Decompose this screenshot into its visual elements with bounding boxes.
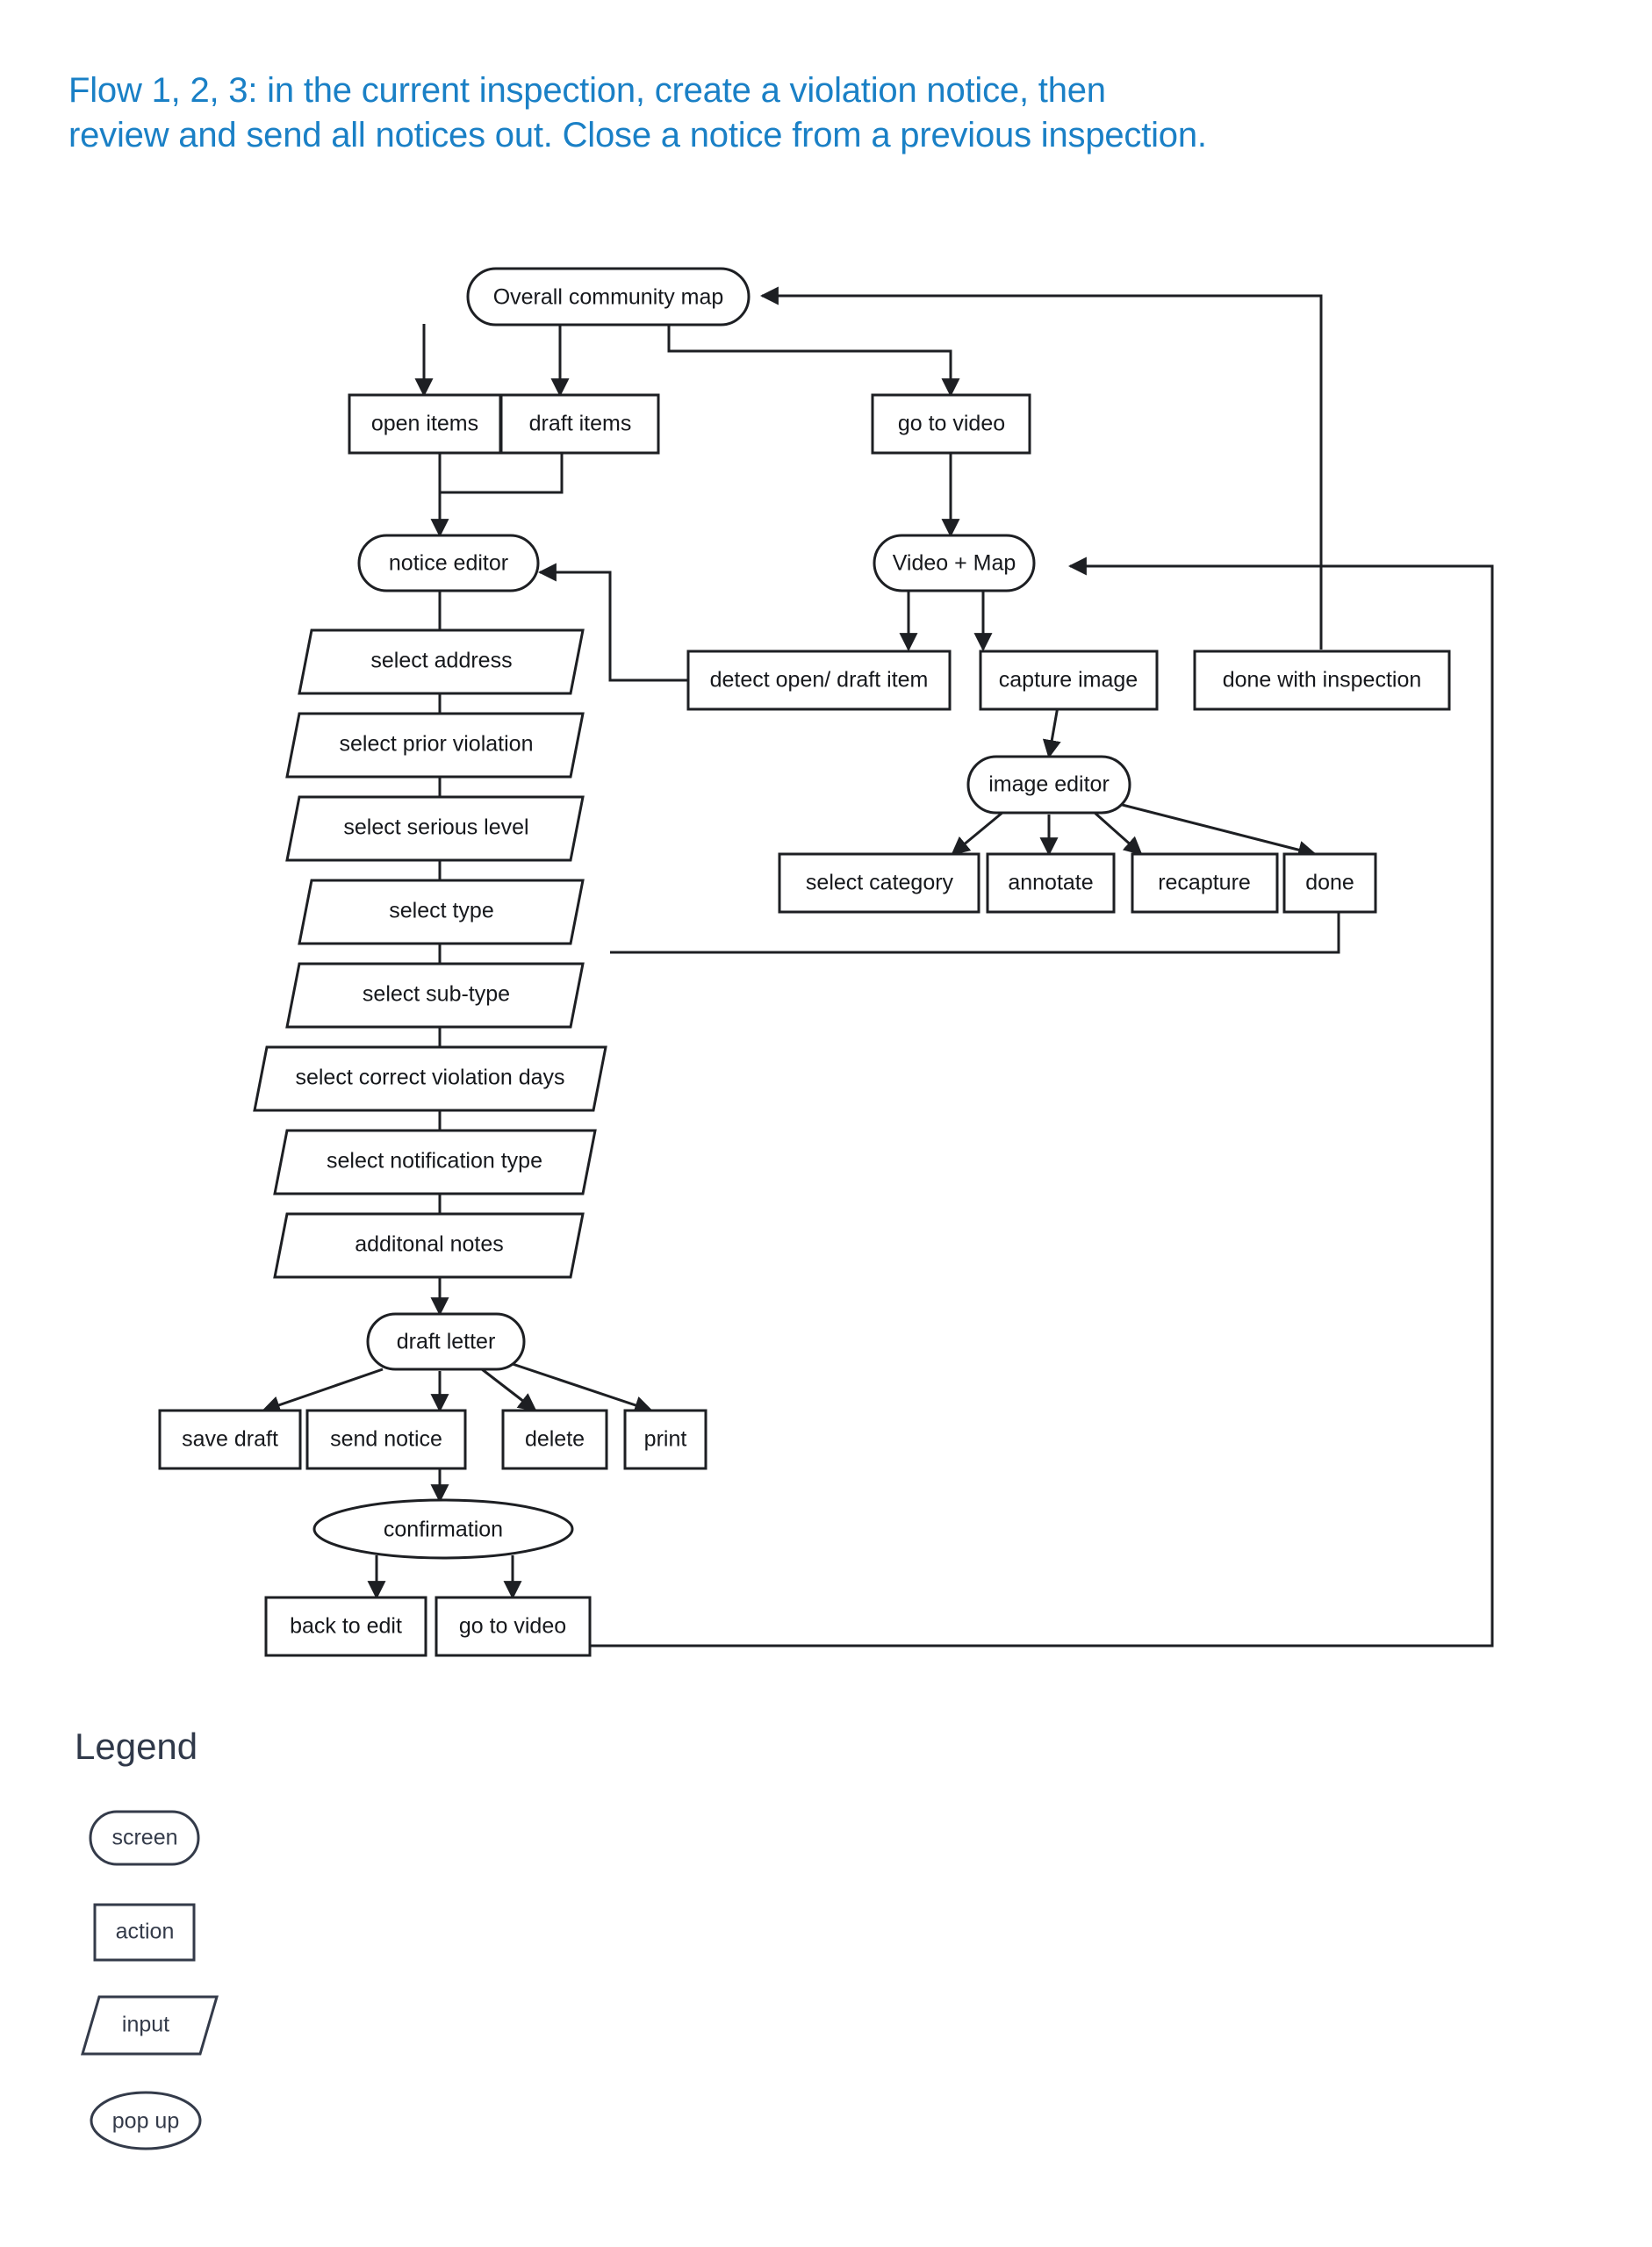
- node-label: go to video: [459, 1614, 566, 1639]
- node-label: confirmation: [384, 1518, 503, 1542]
- node-video-map[interactable]: Video + Map: [873, 534, 1036, 592]
- node-back-to-edit[interactable]: back to edit: [264, 1596, 427, 1657]
- edge-draft-letter-to-save-draft: [262, 1368, 384, 1414]
- node-label: open items: [371, 412, 478, 436]
- node-select-address[interactable]: select address: [298, 628, 585, 695]
- edge-draft-letter-to-delete: [481, 1368, 537, 1412]
- node-confirmation[interactable]: confirmation: [312, 1498, 574, 1560]
- node-label: notice editor: [389, 551, 508, 576]
- flowchart-canvas: Overall community map open items draft i…: [80, 267, 1494, 2150]
- node-capture-image[interactable]: capture image: [979, 650, 1159, 711]
- node-save-draft[interactable]: save draft: [158, 1409, 302, 1470]
- node-label: select sub-type: [363, 982, 510, 1007]
- legend-label-popup: pop up: [112, 2109, 179, 2134]
- legend-item-screen: screen: [89, 1810, 200, 1866]
- node-label: capture image: [999, 668, 1138, 693]
- node-annotate[interactable]: annotate: [986, 852, 1116, 914]
- node-label: select serious level: [343, 815, 528, 840]
- legend-item-input: input: [80, 1995, 219, 2056]
- node-select-serious-level[interactable]: select serious level: [285, 795, 585, 862]
- node-image-editor[interactable]: image editor: [966, 755, 1131, 815]
- node-label: Overall community map: [493, 285, 724, 310]
- edge-go-to-video-bottom-to-video-map: [570, 556, 1494, 1648]
- node-label: done: [1305, 871, 1354, 895]
- node-label: select address: [370, 649, 512, 673]
- legend-item-popup: pop up: [90, 2091, 202, 2150]
- node-additonal-notes[interactable]: additonal notes: [273, 1212, 585, 1279]
- node-label: image editor: [988, 772, 1110, 797]
- node-label: additonal notes: [355, 1232, 504, 1257]
- legend-label-screen: screen: [111, 1826, 177, 1850]
- node-select-category[interactable]: select category: [778, 852, 980, 914]
- node-label: select notification type: [327, 1149, 542, 1174]
- node-label: select correct violation days: [295, 1066, 564, 1090]
- node-done-with-inspection[interactable]: done with inspection: [1193, 650, 1451, 711]
- edge-done-inspection-to-map: [759, 286, 1323, 650]
- node-select-prior-violation[interactable]: select prior violation: [285, 712, 585, 779]
- node-label: Video + Map: [893, 551, 1016, 576]
- edge-done-to-notice-editor: [610, 911, 1340, 954]
- node-delete[interactable]: delete: [501, 1409, 608, 1470]
- node-go-to-video-top[interactable]: go to video: [871, 393, 1031, 455]
- edge-image-editor-to-select-category: [951, 810, 1004, 856]
- node-label: recapture: [1158, 871, 1251, 895]
- node-select-correct-violation-days[interactable]: select correct violation days: [253, 1045, 607, 1112]
- node-draft-items[interactable]: draft items: [499, 393, 660, 455]
- edge-image-editor-to-done: [1108, 800, 1318, 859]
- node-draft-letter[interactable]: draft letter: [366, 1312, 526, 1371]
- node-label: go to video: [898, 412, 1005, 436]
- node-detect-open-draft-item[interactable]: detect open/ draft item: [686, 650, 952, 711]
- node-label: select type: [389, 899, 494, 923]
- node-send-notice[interactable]: send notice: [305, 1409, 467, 1470]
- node-label: done with inspection: [1223, 668, 1422, 693]
- node-select-notification-type[interactable]: select notification type: [273, 1129, 597, 1195]
- edge-draft-letter-to-print: [496, 1357, 653, 1414]
- edge-capture-image-to-image-editor: [1042, 706, 1061, 759]
- node-select-sub-type[interactable]: select sub-type: [285, 962, 585, 1029]
- node-go-to-video-bottom[interactable]: go to video: [435, 1596, 592, 1657]
- node-label: draft items: [529, 412, 632, 436]
- node-done[interactable]: done: [1282, 852, 1377, 914]
- legend-label-action: action: [116, 1920, 175, 1944]
- node-label: draft letter: [397, 1330, 496, 1354]
- node-recapture[interactable]: recapture: [1131, 852, 1279, 914]
- node-open-items[interactable]: open items: [348, 393, 502, 455]
- node-label: delete: [525, 1427, 585, 1452]
- node-label: send notice: [330, 1427, 442, 1452]
- edge-image-editor-to-recapture: [1093, 810, 1143, 856]
- node-label: detect open/ draft item: [710, 668, 929, 693]
- node-label: select prior violation: [340, 732, 534, 757]
- edge-draft-items-merge: [440, 452, 564, 494]
- node-overall-community-map[interactable]: Overall community map: [466, 267, 751, 327]
- node-notice-editor[interactable]: notice editor: [357, 534, 540, 592]
- node-label: print: [644, 1427, 687, 1452]
- node-label: select category: [806, 871, 954, 895]
- node-label: save draft: [182, 1427, 278, 1452]
- legend-item-action: action: [93, 1903, 196, 1962]
- node-print[interactable]: print: [623, 1409, 707, 1470]
- node-label: back to edit: [290, 1614, 402, 1639]
- node-select-type[interactable]: select type: [298, 879, 585, 945]
- legend-label-input: input: [122, 2013, 169, 2037]
- edge-map-to-go-to-video: [667, 324, 960, 398]
- node-label: annotate: [1008, 871, 1093, 895]
